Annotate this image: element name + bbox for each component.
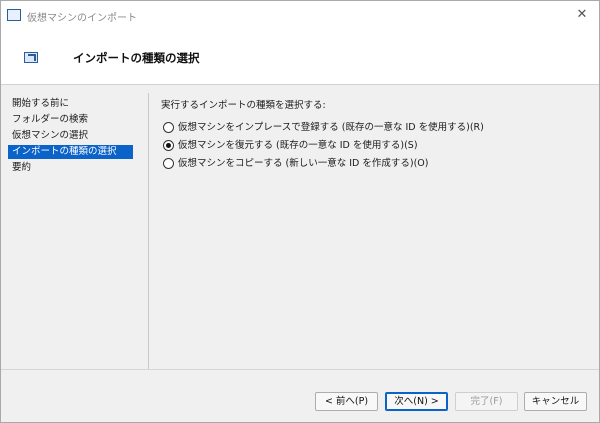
import-type-prompt: 実行するインポートの種類を選択する: <box>161 100 326 111</box>
wizard-steps-sidebar: 開始する前に フォルダーの検索 仮想マシンの選択 インポートの種類の選択 要約 <box>1 85 148 367</box>
restore-vm-radio[interactable] <box>163 139 174 151</box>
close-button[interactable]: ✕ <box>569 4 595 26</box>
copy-vm-radio[interactable] <box>163 157 174 169</box>
import-wizard-icon <box>24 52 38 63</box>
sidebar-item-locate-folder[interactable]: フォルダーの検索 <box>8 113 133 127</box>
copy-vm-label[interactable]: 仮想マシンをコピーする (新しい一意な ID を作成する)(O) <box>178 158 428 169</box>
register-in-place-label[interactable]: 仮想マシンをインプレースで登録する (既存の一意な ID を使用する)(R) <box>178 122 484 133</box>
window-title: 仮想マシンのインポート <box>27 13 137 24</box>
footer-divider <box>1 369 599 370</box>
restore-vm-option[interactable]: 仮想マシンを復元する (既存の一意な ID を使用する)(S) <box>163 139 418 153</box>
wizard-header: インポートの種類の選択 <box>1 31 599 85</box>
finish-button[interactable]: 完了(F) <box>455 392 518 411</box>
previous-button[interactable]: < 前へ(P) <box>315 392 378 411</box>
copy-vm-option[interactable]: 仮想マシンをコピーする (新しい一意な ID を作成する)(O) <box>163 157 428 171</box>
next-button[interactable]: 次へ(N) > <box>385 392 448 411</box>
sidebar-item-summary[interactable]: 要約 <box>8 161 133 175</box>
import-vm-dialog: 仮想マシンのインポート ✕ インポートの種類の選択 開始する前に フォルダーの検… <box>0 0 600 423</box>
import-vm-icon <box>7 9 21 21</box>
restore-vm-label[interactable]: 仮想マシンを復元する (既存の一意な ID を使用する)(S) <box>178 140 418 151</box>
sidebar-item-select-vm[interactable]: 仮想マシンの選択 <box>8 129 133 143</box>
sidebar-item-import-type[interactable]: インポートの種類の選択 <box>8 145 133 159</box>
sidebar-divider <box>148 93 149 369</box>
page-title: インポートの種類の選択 <box>73 51 200 65</box>
register-in-place-radio[interactable] <box>163 121 174 133</box>
title-bar: 仮想マシンのインポート ✕ <box>1 1 599 31</box>
sidebar-item-before-you-begin[interactable]: 開始する前に <box>8 97 133 111</box>
cancel-button[interactable]: キャンセル <box>524 392 587 411</box>
register-in-place-option[interactable]: 仮想マシンをインプレースで登録する (既存の一意な ID を使用する)(R) <box>163 121 484 135</box>
